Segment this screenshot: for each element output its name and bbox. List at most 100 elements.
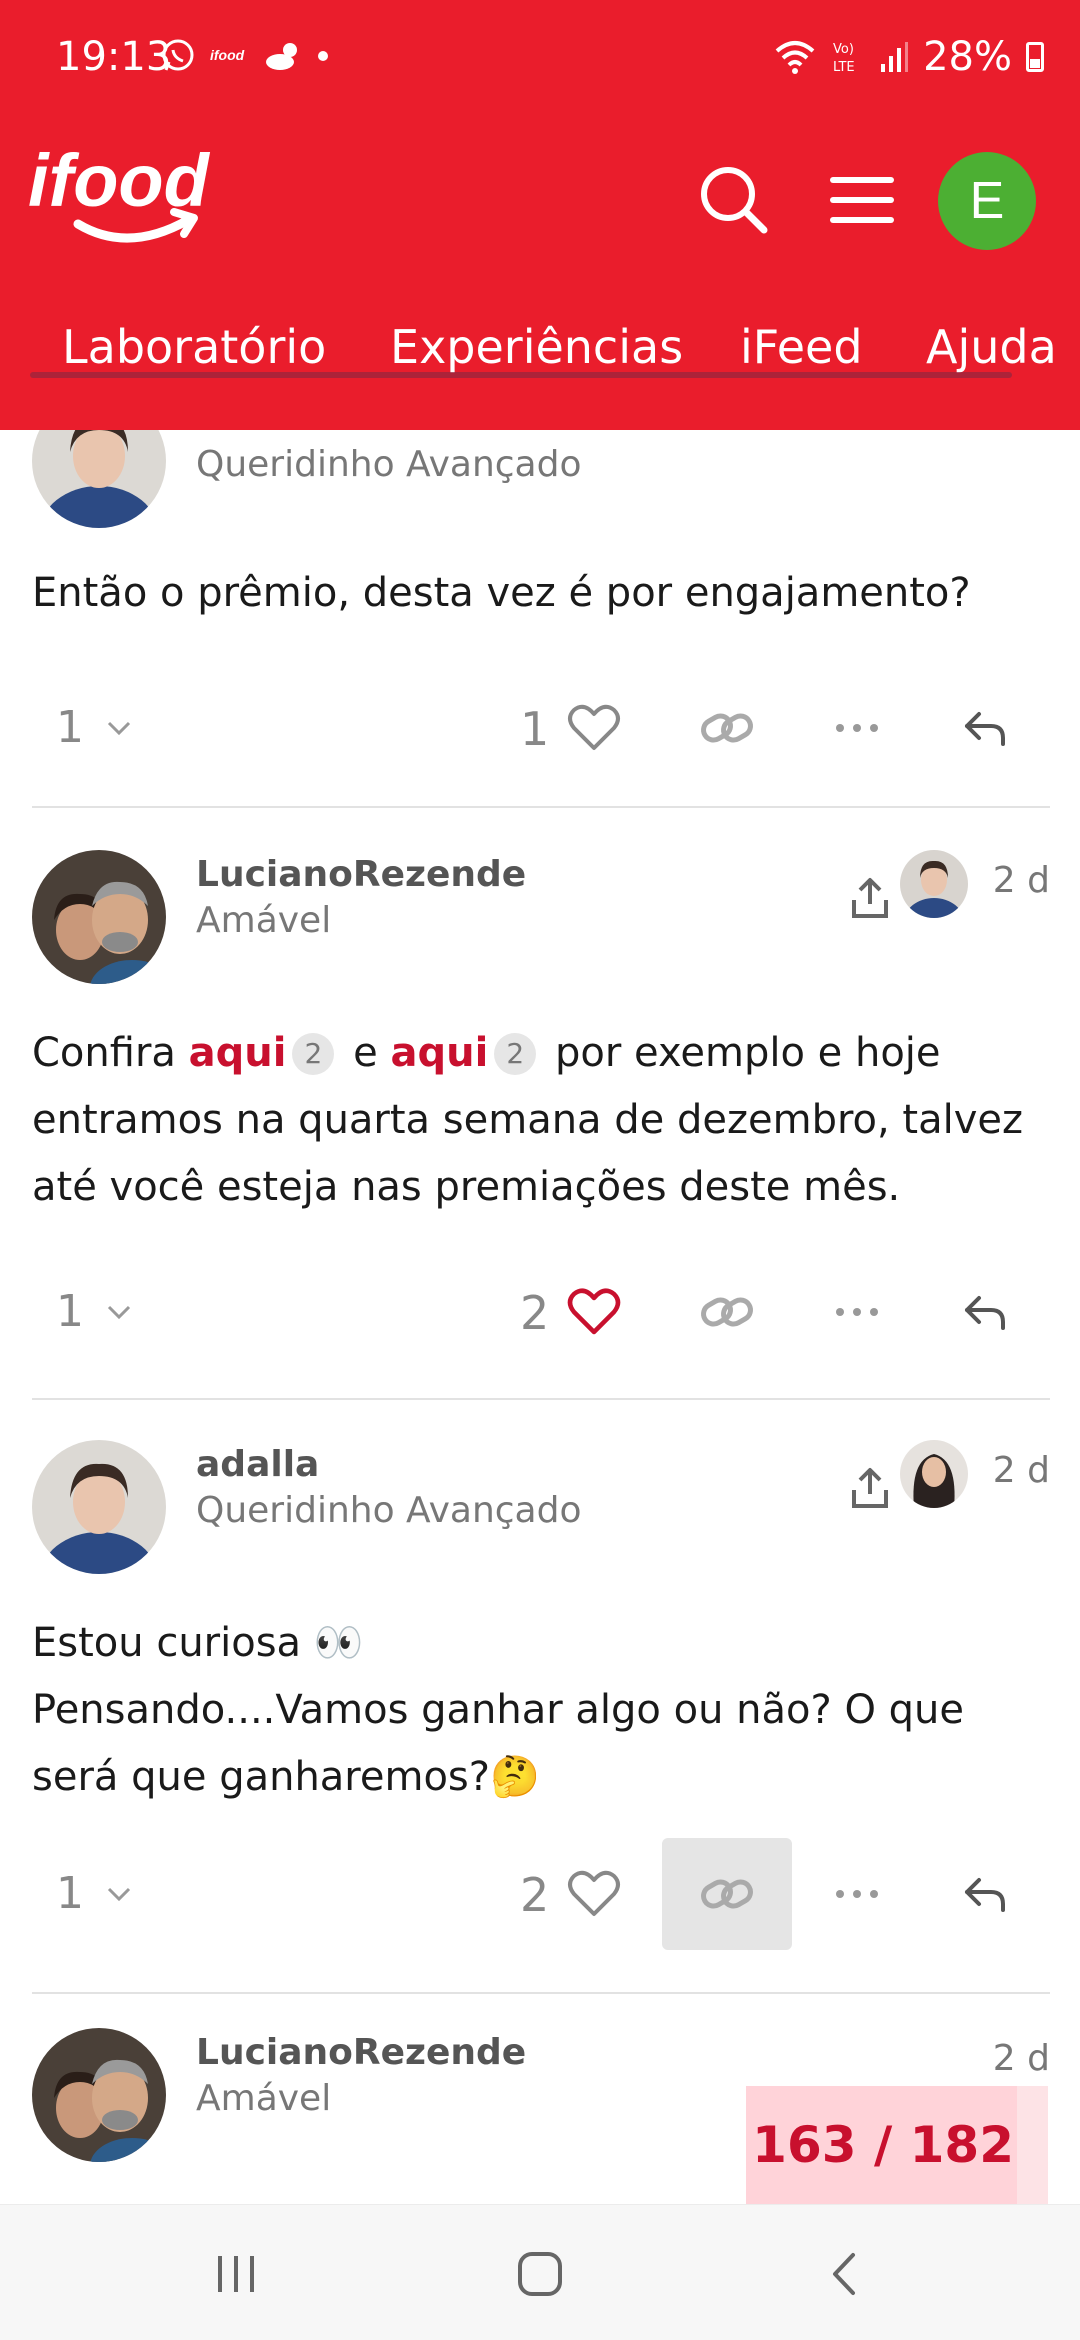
more-options-button[interactable] (792, 672, 922, 784)
post: Queridinho Avançado Então o prêmio, dest… (0, 430, 1080, 810)
reply-to-avatar[interactable] (900, 850, 968, 918)
body-line: Estou curiosa 👀 (32, 1620, 364, 1666)
replies-count: 1 (56, 1868, 84, 1919)
wifi-icon (775, 41, 815, 74)
heart-icon[interactable] (566, 1866, 622, 1922)
heart-icon-liked[interactable] (566, 1284, 622, 1340)
tab-ifeed[interactable]: iFeed (740, 320, 863, 374)
svg-text:Vo): Vo) (833, 42, 854, 57)
like-count: 2 (520, 1868, 550, 1922)
back-button[interactable] (784, 2229, 904, 2319)
search-button[interactable] (694, 160, 774, 240)
recents-icon (218, 2256, 254, 2292)
avatar-lucianorezende[interactable] (32, 2028, 166, 2162)
username[interactable]: LucianoRezende (196, 2032, 526, 2073)
reply-button[interactable] (920, 1838, 1050, 1950)
body-text: Confira (32, 1030, 189, 1076)
replies-toggle[interactable]: 1 (56, 1868, 132, 1919)
link-icon (701, 713, 753, 743)
ellipsis-icon (836, 724, 878, 732)
topic-progress[interactable]: 163 / 182 (746, 2086, 1052, 2204)
post-actions: 1 1 (0, 672, 1080, 784)
post-divider (32, 806, 1050, 808)
post-date[interactable]: 2 d (993, 1450, 1050, 1491)
avatar-image (32, 430, 166, 528)
tab-ajuda[interactable]: Ajuda (926, 320, 1057, 374)
system-navigation-bar (0, 2204, 1080, 2340)
reply-icon (965, 1878, 1005, 1912)
post: LucianoRezende Amável 2 d Confira aqui 2 … (0, 850, 1080, 1440)
notification-icons: ifood (160, 38, 328, 74)
chevron-down-icon (107, 1887, 131, 1901)
avatar-image (900, 1440, 968, 1508)
user-title: Amável (196, 2078, 332, 2119)
svg-text:LTE: LTE (833, 60, 855, 75)
more-options-button[interactable] (792, 1256, 922, 1368)
battery-icon (1026, 42, 1044, 72)
ellipsis-icon (836, 1890, 878, 1898)
chevron-down-icon (107, 721, 131, 735)
avatar-adalla[interactable] (32, 430, 166, 528)
tab-laboratorio[interactable]: Laboratório (62, 320, 326, 374)
avatar-lucianorezende[interactable] (32, 850, 166, 984)
post: adalla Queridinho Avançado 2 d Estou cur… (0, 1440, 1080, 2030)
heart-icon[interactable] (566, 700, 622, 756)
recent-apps-button[interactable] (176, 2229, 296, 2319)
username[interactable]: LucianoRezende (196, 854, 526, 895)
logo-text: ifood (28, 139, 211, 222)
link-click-count: 2 (494, 1033, 537, 1075)
post-actions: 1 2 (0, 1838, 1080, 1950)
menu-button[interactable] (822, 160, 902, 240)
reply-to-avatar[interactable] (900, 1440, 968, 1508)
app-header: 19:13 ifood Vo) LTE 28% ifood E Laborató… (0, 0, 1080, 430)
copy-link-button[interactable] (662, 1838, 792, 1950)
avatar-image (32, 850, 166, 984)
status-bar: 19:13 ifood Vo) LTE 28% (0, 0, 1080, 120)
chevron-down-icon (107, 1305, 131, 1319)
replies-toggle[interactable]: 1 (56, 1286, 132, 1337)
inline-link[interactable]: aqui (189, 1030, 287, 1076)
body-text: e (340, 1030, 391, 1076)
avatar-image (900, 850, 968, 918)
post-divider (32, 1398, 1050, 1400)
battery-percent: 28% (923, 34, 1012, 80)
like-count: 2 (520, 1286, 550, 1340)
avatar-adalla[interactable] (32, 1440, 166, 1574)
replies-count: 1 (56, 1286, 84, 1337)
share-icon[interactable] (850, 876, 890, 920)
back-icon (833, 2253, 855, 2295)
share-icon[interactable] (850, 1466, 890, 1510)
ifood-logo[interactable]: ifood (28, 136, 238, 256)
username[interactable]: adalla (196, 1444, 319, 1485)
home-icon (518, 2252, 562, 2296)
reply-button[interactable] (920, 1256, 1050, 1368)
post-body: Estou curiosa 👀 Pensando....Vamos ganhar… (32, 1610, 1052, 1811)
svg-text:ifood: ifood (210, 47, 245, 63)
copy-link-button[interactable] (662, 1256, 792, 1368)
avatar-image (32, 1440, 166, 1574)
home-button[interactable] (480, 2229, 600, 2319)
tabs-scrollbar[interactable] (30, 372, 1012, 378)
avatar-image (32, 2028, 166, 2162)
post-date[interactable]: 2 d (993, 2038, 1050, 2079)
post-body: Confira aqui 2 e aqui 2 por exemplo e hoje… (32, 1020, 1052, 1221)
like-count: 1 (520, 702, 550, 756)
volte-icon: Vo) LTE (833, 42, 855, 75)
post-date[interactable]: 2 d (993, 860, 1050, 901)
tab-experiencias[interactable]: Experiências (390, 320, 683, 374)
replies-count: 1 (56, 702, 84, 753)
reply-button[interactable] (920, 672, 1050, 784)
user-title: Queridinho Avançado (196, 444, 582, 485)
user-avatar[interactable]: E (938, 152, 1036, 250)
replies-toggle[interactable]: 1 (56, 702, 132, 753)
more-notifications-dot (318, 51, 328, 61)
inline-link[interactable]: aqui (390, 1030, 488, 1076)
link-click-count: 2 (292, 1033, 335, 1075)
user-title: Amável (196, 900, 332, 941)
copy-link-button[interactable] (662, 672, 792, 784)
more-options-button[interactable] (792, 1838, 922, 1950)
system-status: Vo) LTE 28% (773, 34, 1044, 80)
category-tabs: Laboratório Experiências iFeed Ajuda (0, 310, 1080, 390)
search-icon (701, 167, 768, 234)
ifood-notif-icon: ifood (210, 47, 245, 63)
